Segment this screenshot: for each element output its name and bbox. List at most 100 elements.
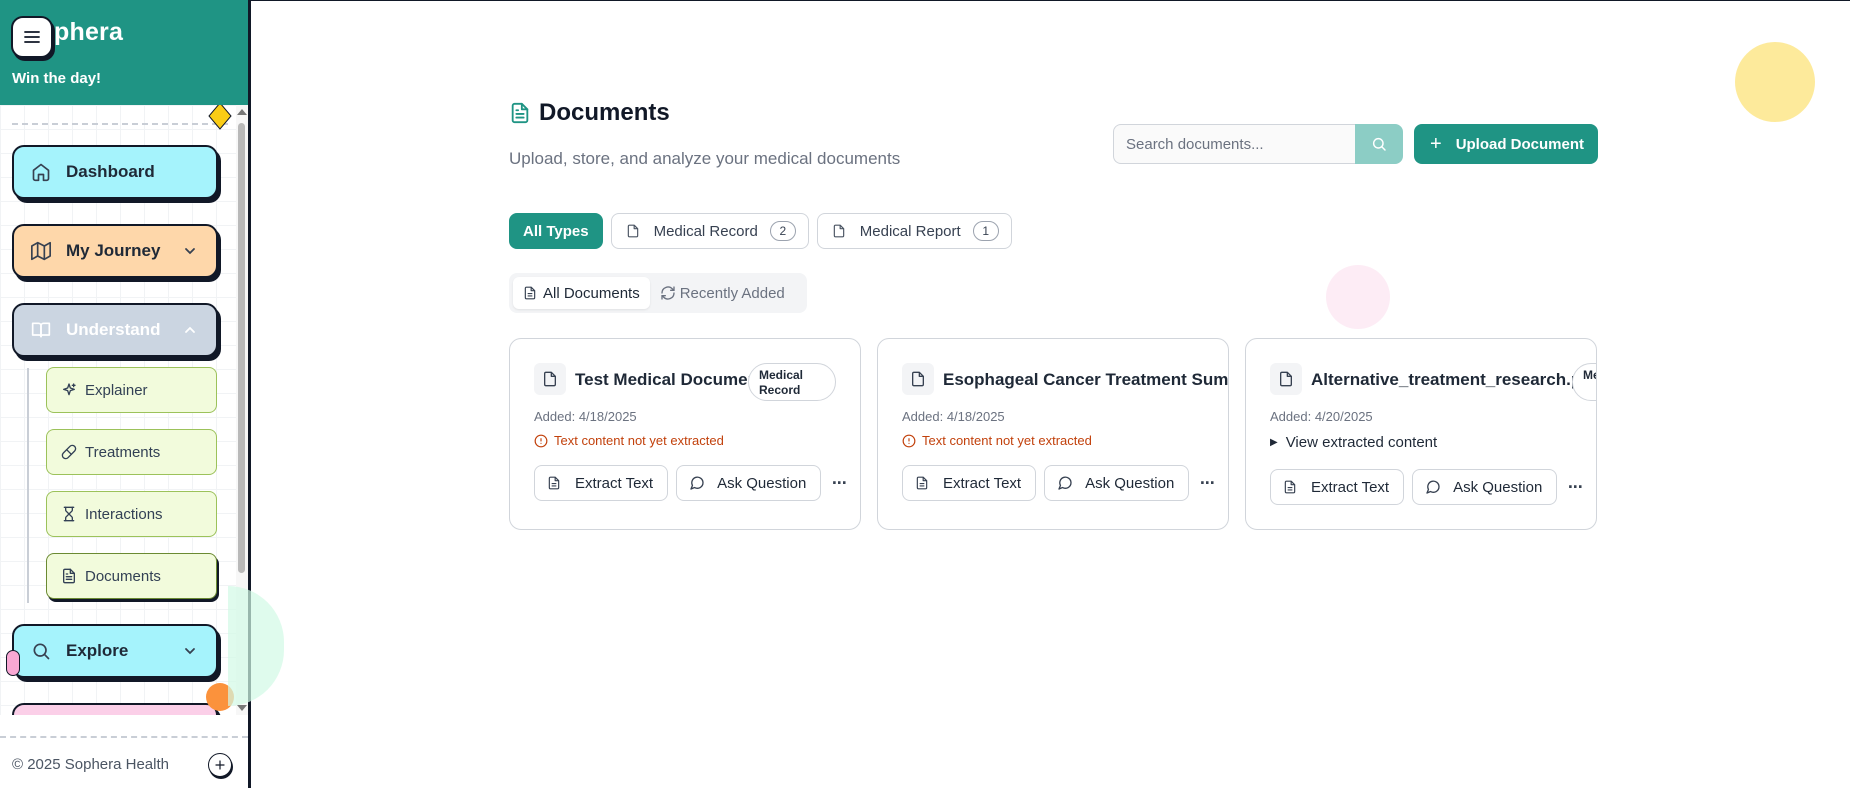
more-options-icon[interactable]: ··· <box>1197 465 1217 501</box>
document-date: Added: 4/18/2025 <box>902 409 1005 424</box>
file-text-icon <box>61 568 77 584</box>
filter-label: Medical Record <box>653 222 758 240</box>
search-icon <box>1372 137 1386 151</box>
pill-icon <box>61 444 77 460</box>
sparkle-icon <box>215 760 225 770</box>
app-title: phera <box>54 18 124 46</box>
divider <box>12 123 228 125</box>
upload-button-label: Upload Document <box>1455 135 1585 153</box>
file-icon <box>534 363 566 395</box>
filter-medical-record[interactable]: Medical Record 2 <box>610 213 809 249</box>
extraction-status: Text content not yet extracted <box>902 433 1092 448</box>
search-bar <box>1113 124 1403 164</box>
document-card[interactable]: Test Medical Document Medical Record Add… <box>509 338 861 530</box>
map-icon <box>30 240 52 262</box>
menu-toggle-button[interactable] <box>11 16 53 58</box>
more-options-icon[interactable]: ··· <box>829 465 849 501</box>
filter-label: Medical Report <box>859 222 961 240</box>
tab-label: Recently Added <box>679 284 785 302</box>
scroll-up-arrow-icon[interactable] <box>237 109 247 115</box>
search-icon <box>30 640 52 662</box>
nav-my-journey[interactable]: My Journey <box>12 224 218 278</box>
subnav-treatments[interactable]: Treatments <box>46 429 217 475</box>
document-date: Added: 4/18/2025 <box>534 409 637 424</box>
subnav-label: Treatments <box>85 443 161 461</box>
nav-label: Understand <box>66 320 161 339</box>
extract-text-button[interactable]: Extract Text <box>902 465 1037 501</box>
alert-circle-icon <box>902 434 916 448</box>
ask-question-button[interactable]: Ask Question <box>676 465 822 501</box>
sidebar-header: phera Win the day! <box>0 0 248 105</box>
ask-question-button[interactable]: Ask Question <box>1044 465 1190 501</box>
filter-medical-report[interactable]: Medical Report 1 <box>816 213 1012 249</box>
upload-document-button[interactable]: + Upload Document <box>1414 124 1598 164</box>
sparkles-icon <box>61 382 77 398</box>
diamond-decoration-icon <box>208 105 232 130</box>
type-filters: All Types Medical Record 2 Medical Repor… <box>509 213 1012 249</box>
card-actions: Extract Text Ask Question ··· <box>902 465 1217 501</box>
extract-text-button[interactable]: Extract Text <box>534 465 669 501</box>
status-text: Text content not yet extracted <box>554 433 724 448</box>
view-extracted-content-toggle[interactable]: ▶ View extracted content <box>1270 434 1437 451</box>
app-tagline: Win the day! <box>12 70 102 87</box>
filter-all-types[interactable]: All Types <box>509 213 603 249</box>
extract-text-button[interactable]: Extract Text <box>1270 469 1405 505</box>
file-icon <box>626 223 642 239</box>
sidebar-footer: © 2025 Sophera Health <box>0 736 248 788</box>
decorative-circle-pink <box>1326 265 1390 329</box>
scroll-down-arrow-icon[interactable] <box>237 705 247 711</box>
nav-item-partial[interactable] <box>12 703 218 715</box>
details-label: View extracted content <box>1285 434 1438 451</box>
file-text-icon <box>1283 479 1299 495</box>
button-label: Extract Text <box>575 474 654 492</box>
theme-toggle-button[interactable] <box>208 753 232 777</box>
home-icon <box>30 161 52 183</box>
nav-understand[interactable]: Understand <box>12 303 218 357</box>
scrollbar-thumb[interactable] <box>238 123 245 573</box>
refresh-icon <box>660 285 676 301</box>
tab-all-documents[interactable]: All Documents <box>513 277 650 309</box>
document-card[interactable]: Alternative_treatment_research.pdf Me Re… <box>1245 338 1597 530</box>
file-text-icon <box>915 475 931 491</box>
file-text-icon <box>511 102 529 124</box>
plus-icon: + <box>1430 133 1442 155</box>
ask-question-button[interactable]: Ask Question <box>1412 469 1558 505</box>
document-title: Alternative_treatment_research.pdf <box>1311 370 1597 389</box>
subnav-documents[interactable]: Documents <box>46 553 217 599</box>
document-type-badge: Me Re <box>1572 363 1596 401</box>
search-button[interactable] <box>1355 124 1403 164</box>
sidebar-nav[interactable]: Dashboard My Journey Understand Explaine… <box>0 105 236 715</box>
subnav-label: Documents <box>85 567 161 585</box>
card-actions: Extract Text Ask Question ··· <box>1270 469 1585 505</box>
subnav-explainer[interactable]: Explainer <box>46 367 217 413</box>
tab-label: All Documents <box>543 284 640 302</box>
button-label: Extract Text <box>943 474 1022 492</box>
button-label: Ask Question <box>1453 478 1543 496</box>
tab-recently-added[interactable]: Recently Added <box>650 277 795 309</box>
document-date: Added: 4/20/2025 <box>1270 409 1373 424</box>
filter-label: All Types <box>523 222 589 240</box>
nav-explore[interactable]: Explore <box>12 624 218 678</box>
file-icon <box>832 223 848 239</box>
filter-count-badge: 2 <box>769 221 796 241</box>
nav-label: My Journey <box>66 241 161 260</box>
search-input[interactable] <box>1113 124 1355 164</box>
hamburger-icon <box>24 31 40 43</box>
subnav-interactions[interactable]: Interactions <box>46 491 217 537</box>
document-list: Test Medical Document Medical Record Add… <box>509 338 1597 530</box>
button-label: Ask Question <box>717 474 807 492</box>
file-text-icon <box>547 475 563 491</box>
page-title: Documents <box>539 99 670 126</box>
document-tabs: All Documents Recently Added <box>509 273 807 313</box>
subnav-label: Explainer <box>85 381 148 399</box>
chevron-up-icon <box>185 326 195 333</box>
document-card[interactable]: Esophageal Cancer Treatment Summar Added… <box>877 338 1229 530</box>
nav-dashboard[interactable]: Dashboard <box>12 145 218 199</box>
page-header: Documents <box>509 99 670 127</box>
more-options-icon[interactable]: ··· <box>1565 469 1585 505</box>
page-subtitle: Upload, store, and analyze your medical … <box>509 149 901 168</box>
document-title: Esophageal Cancer Treatment Summar <box>943 370 1229 389</box>
extraction-status: Text content not yet extracted <box>534 433 724 448</box>
message-circle-icon <box>1425 479 1441 495</box>
file-icon <box>902 363 934 395</box>
